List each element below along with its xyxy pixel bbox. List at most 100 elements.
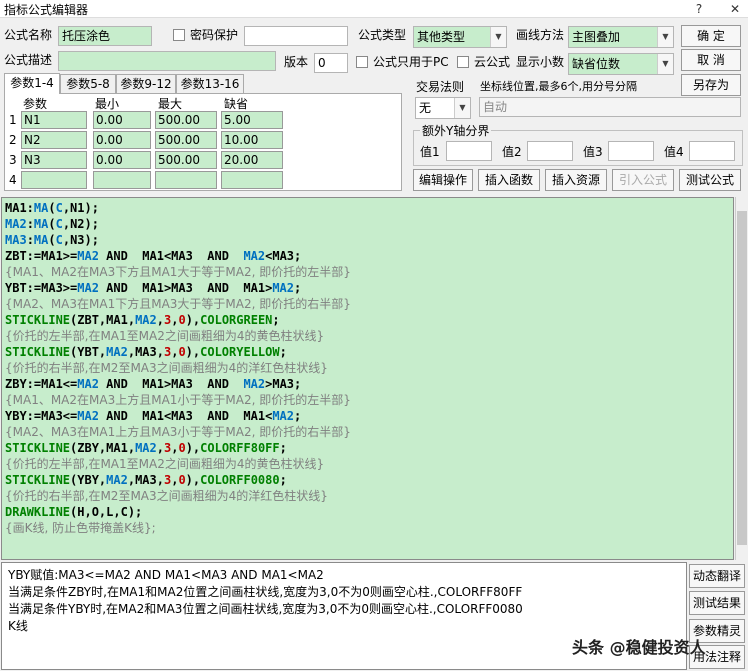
code-token: <MA3; [265, 249, 302, 263]
param-max-cell[interactable]: 500.00 [155, 131, 217, 149]
cloud-label: 云公式 [474, 55, 511, 69]
code-editor[interactable]: MA1:MA(C,N1); MA2:MA(C,N2); MA3:MA(C,N3); Z… [1, 197, 734, 560]
param-min-cell[interactable]: 0.00 [93, 111, 151, 129]
name-input[interactable]: 托压涂色 [58, 26, 152, 46]
param-default-cell[interactable]: 10.00 [221, 131, 283, 149]
dynamic-translate-button[interactable]: 动态翻译 [689, 564, 745, 588]
code-token: YBY:=MA3<= [5, 409, 78, 423]
scrollbar-thumb[interactable] [737, 211, 747, 545]
code-token: {MA1、MA2在MA3下方且MA1大于等于MA2, 即价托的左半部} [5, 265, 351, 279]
code-token: ,MA3, [127, 473, 164, 487]
param-header-max: 最大 [158, 97, 183, 111]
test-formula-button[interactable]: 测试公式 [679, 169, 741, 191]
tab-params-1-4[interactable]: 参数1-4 [4, 73, 60, 94]
code-line[interactable]: {MA2、MA3在MA1下方且MA3大于等于MA2, 即价托的右半部} [5, 296, 733, 312]
code-line[interactable]: STICKLINE(ZBT,MA1,MA2,3,0),COLORGREEN; [5, 312, 733, 328]
test-result-button[interactable]: 测试结果 [689, 591, 745, 615]
code-line[interactable]: ZBY:=MA1<=MA2 AND MA1>MA3 AND MA2>MA3; [5, 376, 733, 392]
param-name-cell[interactable]: N2 [21, 131, 87, 149]
version-label: 版本 [284, 55, 309, 69]
cancel-button[interactable]: 取 消 [681, 49, 741, 71]
code-line[interactable]: YBT:=MA3>=MA2 AND MA1>MA3 AND MA1>MA2; [5, 280, 733, 296]
type-select[interactable]: 其他类型 ▼ [413, 26, 507, 48]
code-line[interactable]: {价托的左半部,在MA1至MA2之间画粗细为4的黄色柱状线} [5, 456, 733, 472]
tab-params-5-8[interactable]: 参数5-8 [60, 74, 116, 94]
code-token: (YBT, [70, 345, 107, 359]
param-max-cell[interactable]: 500.00 [155, 151, 217, 169]
insert-function-button[interactable]: 插入函数 [478, 169, 540, 191]
tab-params-9-12[interactable]: 参数9-12 [116, 74, 176, 94]
param-default-cell[interactable] [221, 171, 283, 189]
param-default-cell[interactable]: 5.00 [221, 111, 283, 129]
version-input[interactable]: 0 [314, 53, 348, 73]
code-token: (ZBT,MA1, [70, 313, 136, 327]
param-min-cell[interactable]: 0.00 [93, 131, 151, 149]
trade-rule-select[interactable]: 无 ▼ [415, 97, 471, 119]
type-value: 其他类型 [417, 30, 466, 44]
code-token: COLORGREEN [200, 313, 273, 327]
decimal-select[interactable]: 缺省位数 ▼ [568, 53, 674, 75]
code-scrollbar[interactable] [735, 197, 747, 560]
save-as-button[interactable]: 另存为 [681, 74, 741, 96]
param-min-cell[interactable]: 0.00 [93, 151, 151, 169]
code-token: MA2 [135, 441, 157, 455]
param-max-cell[interactable] [155, 171, 217, 189]
code-line[interactable]: ZBT:=MA1>=MA2 AND MA1<MA3 AND MA2<MA3; [5, 248, 733, 264]
code-line[interactable]: {MA2、MA3在MA1上方且MA3小于等于MA2, 即价托的右半部} [5, 424, 733, 440]
code-line[interactable]: DRAWKLINE(H,O,L,C); [5, 504, 733, 520]
code-token: STICKLINE [5, 473, 71, 487]
code-line[interactable]: STICKLINE(YBT,MA2,MA3,3,0),COLORYELLOW; [5, 344, 733, 360]
code-line[interactable]: {MA1、MA2在MA3上方且MA1小于等于MA2, 即价托的左半部} [5, 392, 733, 408]
code-line[interactable]: {价托的右半部,在M2至MA3之间画粗细为4的洋红色柱状线} [5, 488, 733, 504]
code-token: 0 [178, 473, 186, 487]
code-token: STICKLINE [5, 441, 71, 455]
code-line[interactable]: {价托的左半部,在MA1至MA2之间画粗细为4的黄色柱状线} [5, 328, 733, 344]
param-name-cell[interactable]: N1 [21, 111, 87, 129]
pc-only-checkbox[interactable] [356, 56, 368, 68]
chevron-down-icon: ▼ [657, 54, 673, 74]
password-checkbox[interactable] [173, 29, 185, 41]
yaxis-v4-label: 值4 [664, 145, 684, 159]
param-min-cell[interactable] [93, 171, 151, 189]
code-token: ; [294, 409, 302, 423]
code-line[interactable]: {画K线, 防止色带掩盖K线}; [5, 520, 733, 536]
code-token: MA1: [5, 201, 34, 215]
trade-rule-label: 交易法则 [416, 80, 465, 94]
code-token: (YBY, [70, 473, 107, 487]
edit-operation-button[interactable]: 编辑操作 [413, 169, 473, 191]
param-name-cell[interactable]: N3 [21, 151, 87, 169]
param-name-cell[interactable] [21, 171, 87, 189]
draw-select[interactable]: 主图叠加 ▼ [568, 26, 674, 48]
help-button[interactable]: ? [690, 0, 708, 18]
code-line[interactable]: MA2:MA(C,N2); [5, 216, 733, 232]
code-token: MA [33, 201, 49, 215]
code-line[interactable]: STICKLINE(ZBY,MA1,MA2,3,0),COLORFF80FF; [5, 440, 733, 456]
name-label: 公式名称 [4, 28, 53, 42]
yaxis-v2-input[interactable] [527, 141, 573, 161]
code-line[interactable]: YBY:=MA3<=MA2 AND MA1<MA3 AND MA1<MA2; [5, 408, 733, 424]
code-token: MA2 [106, 473, 128, 487]
yaxis-v4-input[interactable] [689, 141, 735, 161]
import-formula-button[interactable]: 引入公式 [612, 169, 674, 191]
password-input[interactable] [244, 26, 348, 46]
code-line[interactable]: STICKLINE(YBY,MA2,MA3,3,0),COLORFF0080; [5, 472, 733, 488]
code-token: MA2 [106, 345, 128, 359]
cloud-checkbox[interactable] [457, 56, 469, 68]
code-line[interactable]: {价托的右半部,在M2至MA3之间画粗细为4的洋红色柱状线} [5, 360, 733, 376]
code-token: ,N3); [62, 233, 99, 247]
desc-input[interactable] [58, 51, 276, 71]
param-max-cell[interactable]: 500.00 [155, 111, 217, 129]
code-line[interactable]: MA1:MA(C,N1); [5, 200, 733, 216]
yaxis-v1-input[interactable] [446, 141, 492, 161]
close-button[interactable]: ✕ [726, 0, 744, 18]
code-token: C [55, 217, 63, 231]
ok-button[interactable]: 确 定 [681, 25, 741, 47]
param-default-cell[interactable]: 20.00 [221, 151, 283, 169]
tab-params-13-16[interactable]: 参数13-16 [176, 74, 244, 94]
coord-input[interactable]: 自动 [479, 97, 741, 117]
code-line[interactable]: MA3:MA(C,N3); [5, 232, 733, 248]
desc-label: 公式描述 [4, 53, 53, 67]
code-line[interactable]: {MA1、MA2在MA3下方且MA1大于等于MA2, 即价托的左半部} [5, 264, 733, 280]
insert-resource-button[interactable]: 插入资源 [545, 169, 607, 191]
yaxis-v3-input[interactable] [608, 141, 654, 161]
